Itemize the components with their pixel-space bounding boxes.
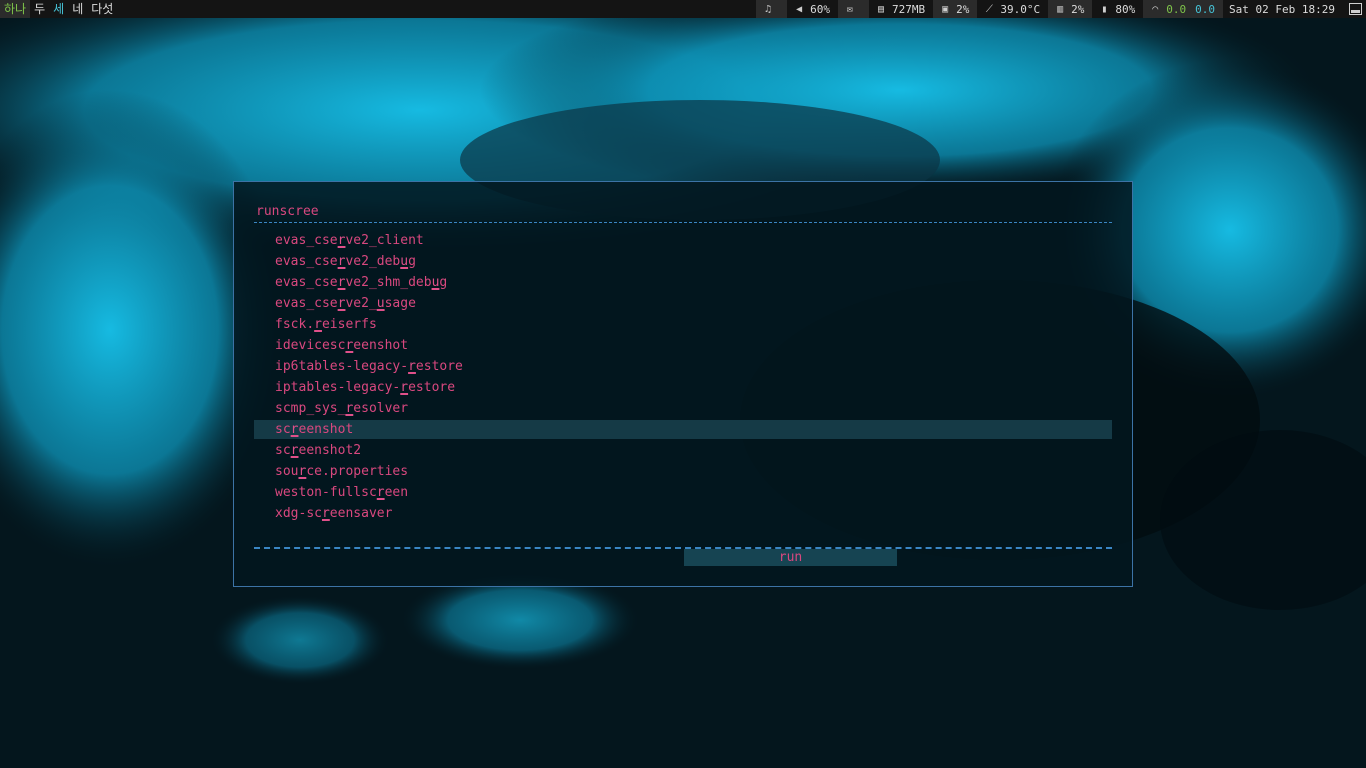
temperature-value: 39.0°C	[1000, 2, 1041, 16]
disk-value: 2%	[1071, 2, 1085, 16]
workspace-3[interactable]: 세	[49, 0, 68, 18]
network-widget: ◠ 0.0 0.0	[1143, 0, 1224, 18]
workspace-2[interactable]: 두	[30, 0, 49, 18]
result-item[interactable]: weston-fullscreen	[254, 483, 1112, 502]
result-item[interactable]: scmp_sys_resolver	[254, 399, 1112, 418]
divider-top	[254, 222, 1112, 223]
result-item[interactable]: evas_cserve2_debug	[254, 252, 1112, 271]
net-up-value: 0.0	[1195, 2, 1216, 16]
result-item[interactable]: fsck.reiserfs	[254, 315, 1112, 334]
run-launcher-dialog: runscree evas_cserve2_client evas_cserve2…	[233, 181, 1133, 587]
result-item[interactable]: iptables-legacy-restore	[254, 378, 1112, 397]
mail-icon: ✉	[847, 3, 854, 15]
workspace-5[interactable]: 다섯	[87, 0, 117, 18]
top-panel: 하나 두 세 네 다섯 ♫ ◀ 60% ✉ ▤ 727MB ▣ 2% ⟋ 39.…	[0, 0, 1366, 18]
cpu-widget: ▣ 2%	[933, 0, 978, 18]
launcher-results: evas_cserve2_client evas_cserve2_debugeva…	[254, 231, 1112, 525]
cpu-value: 2%	[956, 2, 970, 16]
launcher-input[interactable]: runscree	[256, 204, 319, 219]
result-item[interactable]: screenshot	[254, 420, 1112, 439]
result-item[interactable]: idevicescreenshot	[254, 336, 1112, 355]
volume-value: 60%	[810, 2, 831, 16]
result-item[interactable]: ip6tables-legacy-restore	[254, 357, 1112, 376]
run-button[interactable]: run	[684, 549, 897, 566]
result-item[interactable]: source.properties	[254, 462, 1112, 481]
volume-widget[interactable]: ◀ 60%	[787, 0, 838, 18]
result-item[interactable]: screenshot2	[254, 441, 1112, 460]
status-area: ♫ ◀ 60% ✉ ▤ 727MB ▣ 2% ⟋ 39.0°C ▥ 2% ▮ 8…	[756, 0, 1366, 18]
layout-icon[interactable]	[1349, 3, 1362, 15]
memory-value: 727MB	[892, 2, 926, 16]
clock-text: Sat 02 Feb 18:29	[1229, 2, 1335, 16]
memory-icon: ▤	[878, 3, 885, 15]
result-item[interactable]: xdg-screensaver	[254, 504, 1112, 523]
disk-widget: ▥ 2%	[1048, 0, 1093, 18]
music-widget[interactable]: ♫	[756, 0, 788, 18]
mail-widget[interactable]: ✉	[838, 0, 870, 18]
result-item[interactable]: evas_cserve2_usage	[254, 294, 1112, 313]
wifi-icon: ◠	[1152, 3, 1159, 15]
divider-bottom	[254, 547, 1112, 549]
workspace-1[interactable]: 하나	[0, 0, 31, 18]
battery-value: 80%	[1115, 2, 1136, 16]
workspace-4[interactable]: 네	[68, 0, 87, 18]
net-down-value: 0.0	[1166, 2, 1187, 16]
result-item[interactable]: evas_cserve2_client	[254, 231, 1112, 250]
temperature-widget: ⟋ 39.0°C	[977, 0, 1048, 18]
cpu-icon: ▣	[942, 3, 949, 15]
music-note-icon: ♫	[765, 3, 772, 15]
result-item[interactable]: evas_cserve2_shm_debug	[254, 273, 1112, 292]
thermometer-icon: ⟋	[985, 3, 993, 15]
disk-icon: ▥	[1057, 3, 1064, 15]
battery-icon: ▮	[1101, 3, 1108, 15]
memory-widget: ▤ 727MB	[869, 0, 933, 18]
speaker-icon: ◀	[796, 3, 803, 15]
clock[interactable]: Sat 02 Feb 18:29	[1223, 0, 1343, 18]
battery-widget: ▮ 80%	[1092, 0, 1143, 18]
